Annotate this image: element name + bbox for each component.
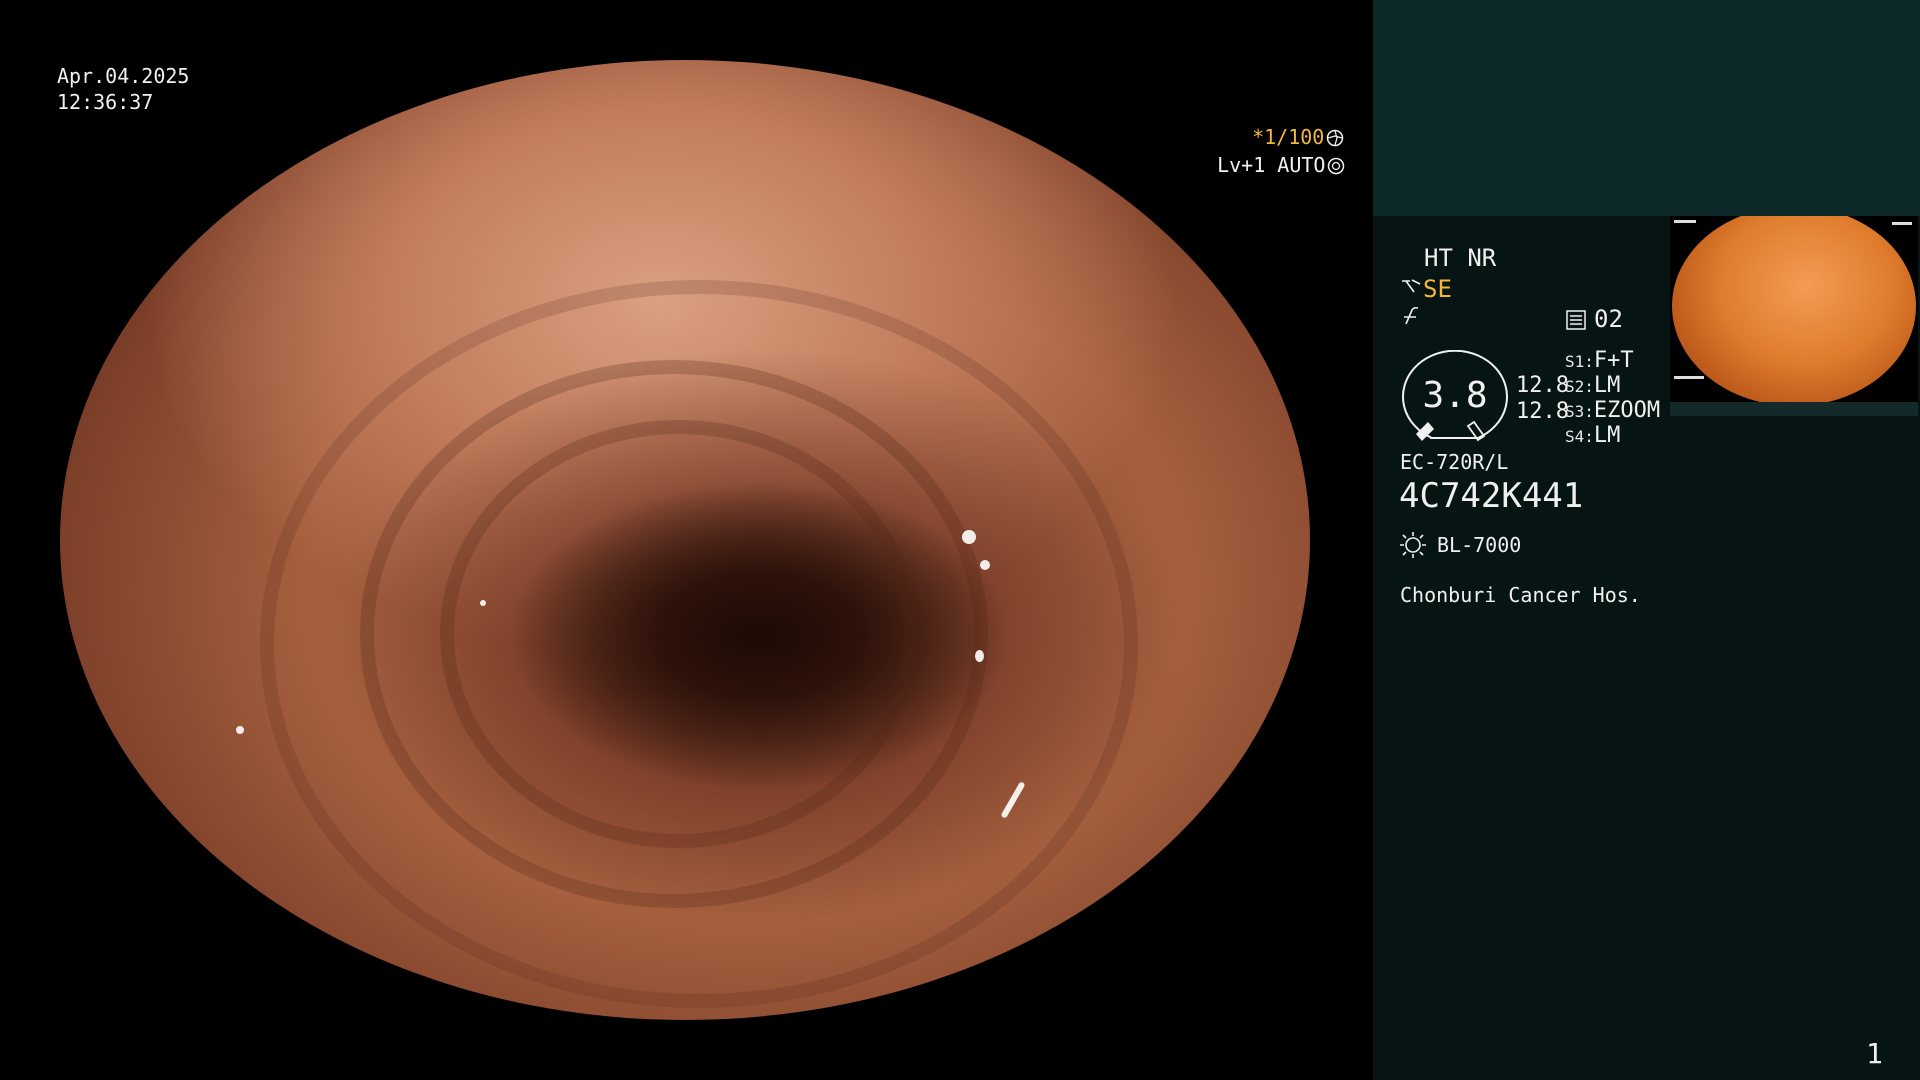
gauge-sub-value: 12.8 [1516,399,1569,424]
switch-value: EZOOM [1593,398,1661,423]
light-reflection [236,726,244,734]
switch-value: LM [1593,423,1621,448]
structure-mode: SE [1423,275,1452,303]
thumbnail-text-mark [1892,222,1912,225]
exam-date: Apr.04.2025 [57,64,190,88]
switch-key: S1: [1565,352,1594,371]
thumbnail-text-mark [1674,220,1696,223]
light-reflection [975,650,984,662]
gauge-sub-value: 12.8 [1516,373,1569,398]
thumbnail-caption-bar [1670,402,1918,416]
mucosal-fold [260,280,1138,1008]
preset-number: 02 [1594,305,1623,333]
switch-value: F+T [1593,348,1634,373]
endoscope-live-view [60,60,1310,1020]
switch-value: LM [1593,373,1621,398]
light-source: BL-7000 [1437,533,1522,557]
gauge-value: 3.8 [1422,375,1488,416]
preset-icon [1565,309,1587,335]
switch-key: S2: [1565,377,1594,396]
hospital-name: Chonburi Cancer Hos. [1400,583,1641,607]
thumbnail-image [1672,216,1916,402]
enhancement-mode: HT NR [1424,244,1497,272]
light-reflection [270,60,296,70]
switch-key: S4: [1565,427,1594,446]
thumbnail-text-mark [1674,376,1704,379]
view-mask-top [60,0,1310,60]
brightness-level: Lv+1 AUTO [1193,126,1345,178]
light-reflection [980,560,990,570]
scope-serial: 4C742K441 [1399,476,1584,516]
light-reflection [480,600,486,606]
scope-model: EC-720R/L [1400,450,1509,474]
brightness-level-text: Lv+1 AUTO [1217,153,1326,177]
exam-time: 12:36:37 [57,90,154,114]
switch-s4: S4:LM [1565,422,1620,451]
info-panel-header [1373,0,1920,216]
captured-thumbnail[interactable] [1670,216,1918,402]
page-number: 1 [1866,1037,1883,1070]
switch-key: S3: [1565,402,1594,421]
iris-icon [1327,155,1345,175]
view-mask-bottom [60,1020,1310,1080]
filter-icon [1400,305,1422,331]
structure-enhance-icon [1400,276,1422,300]
light-reflection [962,530,976,544]
light-bulb-icon [1398,531,1428,563]
